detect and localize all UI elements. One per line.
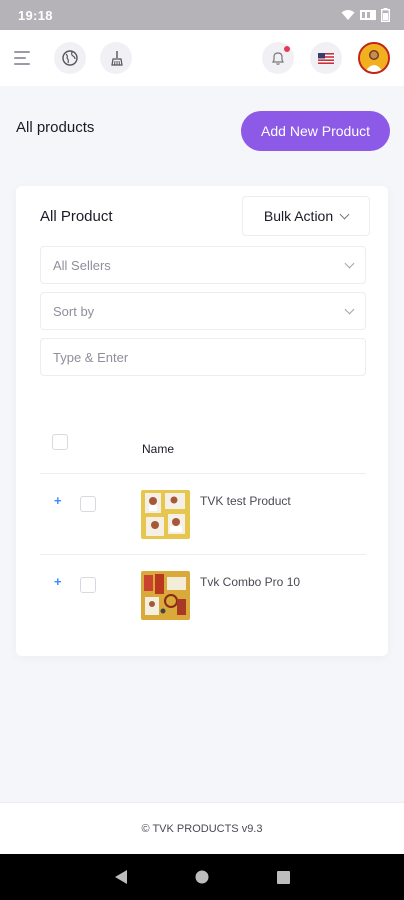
header-right (262, 42, 390, 74)
recents-icon[interactable] (277, 870, 291, 884)
status-time: 19:18 (18, 7, 53, 23)
bell-icon (272, 52, 284, 65)
table-row: + Tvk Combo Pro 10 (40, 555, 366, 636)
globe-button[interactable] (54, 42, 86, 74)
sellers-select[interactable]: All Sellers (40, 246, 366, 284)
sort-select-value: Sort by (53, 303, 95, 319)
search-field[interactable] (40, 338, 366, 376)
page-title: All products (16, 118, 95, 136)
footer: © TVK PRODUCTS v9.3 (0, 802, 404, 854)
row-checkbox[interactable] (80, 577, 96, 593)
language-button[interactable] (310, 42, 342, 74)
product-name[interactable]: TVK test Product (200, 494, 291, 508)
status-bar: 19:18 (0, 0, 404, 30)
menu-icon[interactable] (14, 47, 36, 69)
signal-icon (360, 10, 376, 20)
row-checkbox[interactable] (80, 496, 96, 512)
chevron-down-icon (344, 304, 355, 314)
column-header-name: Name (142, 442, 175, 456)
broom-icon (111, 51, 123, 66)
add-new-product-button[interactable]: Add New Product (241, 111, 390, 151)
app-header (0, 30, 404, 86)
table-header: Name (40, 422, 366, 474)
battery-icon (381, 8, 390, 22)
expand-row-icon[interactable]: + (54, 493, 62, 508)
table-row: + TVK test Product (40, 474, 366, 555)
header-left (14, 42, 132, 74)
back-icon[interactable] (114, 869, 128, 885)
notifications-button[interactable] (262, 42, 294, 74)
home-icon[interactable] (195, 870, 209, 884)
product-thumbnail[interactable] (141, 490, 190, 539)
sort-select[interactable]: Sort by (40, 292, 366, 330)
notification-dot (284, 46, 290, 52)
status-icons (341, 8, 390, 22)
search-input[interactable] (53, 349, 353, 365)
product-image (141, 490, 190, 539)
clear-cache-button[interactable] (100, 42, 132, 74)
product-name[interactable]: Tvk Combo Pro 10 (200, 575, 300, 589)
user-avatar-image (360, 44, 388, 72)
product-image (141, 571, 190, 620)
expand-row-icon[interactable]: + (54, 574, 62, 589)
select-all-checkbox[interactable] (52, 434, 68, 450)
footer-text: © TVK PRODUCTS v9.3 (141, 822, 263, 835)
sellers-select-value: All Sellers (53, 257, 111, 273)
page-heading-row: All products Add New Product (0, 86, 404, 176)
wifi-icon (341, 10, 355, 20)
us-flag-icon (318, 52, 334, 64)
card-title: All Product (40, 207, 113, 225)
bulk-action-dropdown[interactable]: Bulk Action (242, 196, 370, 236)
chevron-down-icon (344, 258, 355, 268)
chevron-down-icon (339, 209, 350, 219)
products-card: All Product Bulk Action All Sellers Sort… (16, 186, 388, 656)
avatar[interactable] (358, 42, 390, 74)
system-nav-bar (0, 854, 404, 900)
product-thumbnail[interactable] (141, 571, 190, 620)
card-header: All Product Bulk Action (16, 186, 388, 246)
globe-icon (62, 50, 78, 66)
bulk-action-label: Bulk Action (263, 208, 334, 224)
